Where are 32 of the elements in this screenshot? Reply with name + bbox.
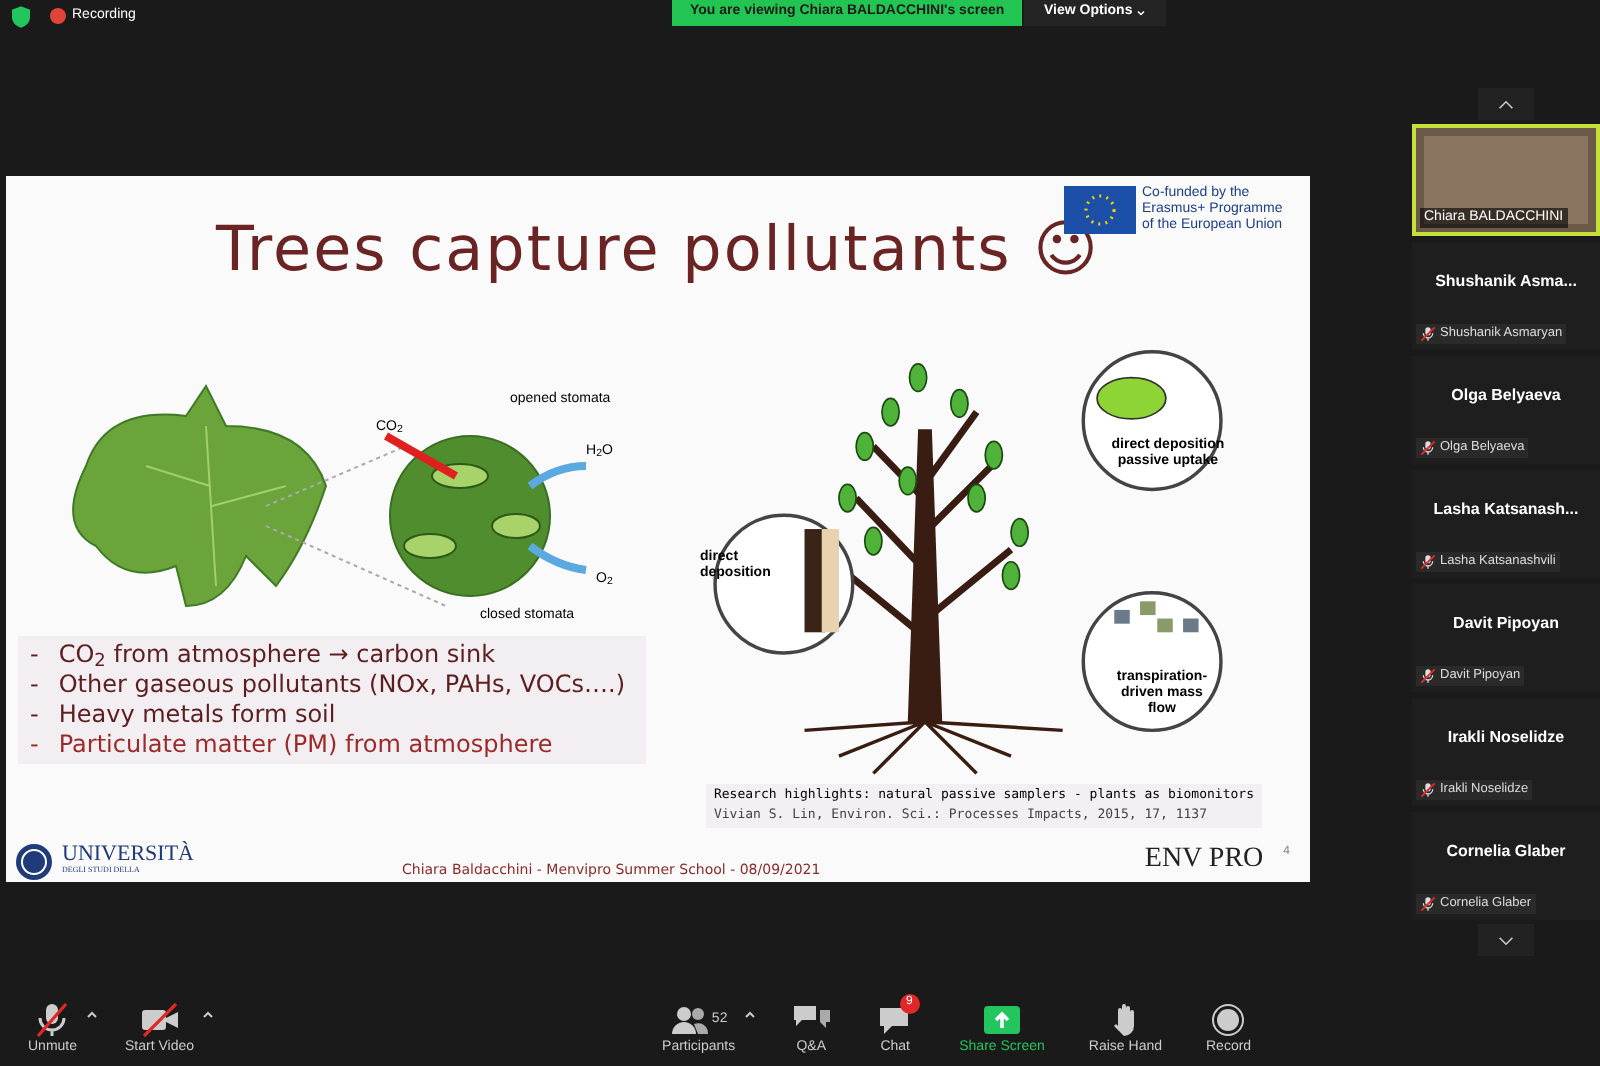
shield-icon: [12, 5, 30, 27]
record-icon: [1208, 1001, 1249, 1038]
bullet-text: Particulate matter (PM) from atmosphere: [58, 730, 553, 760]
muted-mic-icon: [1420, 554, 1436, 571]
participant-title: Cornelia Glaber: [1446, 840, 1566, 864]
bullet-dash: -: [30, 640, 39, 670]
bullet-text: CO$_{2}$ from atmosphere → carbon sink: [58, 640, 496, 670]
muted-mic-icon: [1420, 440, 1436, 457]
participant-title: Davit Pipoyan: [1453, 612, 1559, 636]
caret-up-icon[interactable]: [743, 1009, 756, 1018]
muted-mic-icon: [1420, 668, 1436, 685]
share-screen-icon: [982, 1001, 1023, 1038]
participant-title: Lasha Katsanash...: [1433, 498, 1579, 522]
muted-mic-icon: [1420, 896, 1436, 913]
muted-mic-icon: [1420, 782, 1436, 799]
bullet-text: Heavy metals form soil: [58, 700, 336, 730]
participant-title: Olga Belyaeva: [1451, 384, 1561, 408]
bullet-dash: -: [30, 730, 39, 760]
muted-mic-icon: [1420, 326, 1436, 343]
caret-icon: [1136, 10, 1147, 16]
caret-up-icon[interactable]: [85, 1009, 98, 1018]
participant-title: Shushanik Asma...: [1435, 270, 1577, 294]
bullet-dash: -: [30, 700, 39, 730]
participant-title: Irakli Noselidze: [1447, 726, 1565, 750]
chevron-up-icon: [1498, 99, 1514, 109]
project-logo: ENV PRO: [1144, 842, 1264, 878]
caret-up-icon[interactable]: [202, 1009, 215, 1018]
university-name: UNIVERSITÀ: [62, 844, 194, 866]
people-icon: [669, 1001, 710, 1038]
bullet-text: Other gaseous pollutants (NOx, PAHs, VOCs….): [58, 670, 626, 700]
chevron-down-icon: [1498, 935, 1514, 945]
bullet-dash: -: [30, 670, 39, 700]
